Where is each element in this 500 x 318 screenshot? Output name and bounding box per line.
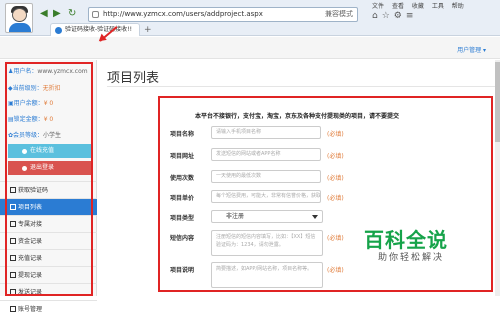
project-url-label: 项目网址 xyxy=(170,153,195,160)
watermark-main: 百科全说 xyxy=(364,228,448,252)
compat-mode[interactable]: 兼容模式 xyxy=(325,8,353,21)
page-title: 项目列表 xyxy=(107,71,160,86)
site-header: 用户管理 ▾ xyxy=(0,37,500,59)
new-tab-button[interactable]: + xyxy=(144,25,152,35)
required-mark: (必填) xyxy=(327,235,344,242)
row-project-url: 项目网址 发送短信的网站或者APP名称 (必填) xyxy=(170,148,490,162)
address-url: http://www.yzmcx.com/users/addproject.as… xyxy=(103,10,263,18)
required-mark: (必填) xyxy=(327,175,344,182)
row-project-type: 项目类型 非注册 xyxy=(170,210,490,224)
tab-favicon xyxy=(55,27,62,34)
project-price-input[interactable]: 每个短信费用，可能大，非常有信誉价格，获取 xyxy=(211,190,321,203)
notice-text: 本平台不接银行，支付宝，淘宝，京东及各种支付提现类的项目，请不要提交 xyxy=(195,113,400,120)
chevron-down-icon xyxy=(312,215,318,219)
sms-content-textarea[interactable]: 注册短信的短信内容填写，比如：【XX】短信验证码为：1234，请勿泄露。 xyxy=(211,230,323,256)
avatar-head xyxy=(12,8,27,22)
watermark: 百科全说 助你轻松解决 xyxy=(360,224,490,274)
required-mark: (必填) xyxy=(327,131,344,138)
project-url-input[interactable]: 发送短信的网站或者APP名称 xyxy=(211,148,321,161)
project-price-label: 项目单价 xyxy=(170,195,195,202)
avatar-body xyxy=(9,23,31,32)
project-desc-textarea[interactable]: 简要描述，如APP/网站名称，项目名称等。 xyxy=(211,262,323,288)
title-divider xyxy=(107,86,500,87)
sms-content-label: 短信内容 xyxy=(170,235,195,242)
usage-count-input[interactable]: 一天使用的最低次数 xyxy=(211,170,321,183)
menu-tools[interactable]: 工具 xyxy=(432,3,444,10)
scrollbar-thumb[interactable] xyxy=(495,62,500,142)
row-usage-count: 使用次数 一天使用的最低次数 (必填) xyxy=(170,170,490,184)
back-icon[interactable]: ◀ xyxy=(40,8,48,20)
user-icon xyxy=(10,306,16,312)
usage-count-label: 使用次数 xyxy=(170,175,195,182)
gear-icon[interactable]: ⚙ xyxy=(394,11,406,21)
menu-icon[interactable]: ≡ xyxy=(406,11,418,21)
address-bar[interactable]: http://www.yzmcx.com/users/addproject.as… xyxy=(88,7,358,22)
user-menu[interactable]: 用户管理 ▾ xyxy=(457,45,486,54)
row-project-name: 项目名称 请输入手机项目名称 (必填) xyxy=(170,126,490,140)
highlight-sidebar xyxy=(5,62,93,296)
project-type-value: 非注册 xyxy=(226,213,245,220)
menu-favorites[interactable]: 收藏 xyxy=(412,3,424,10)
browser-tab[interactable]: 验证码接收-验证码接收!! xyxy=(50,23,140,36)
toolbar-icons: ⌂☆⚙≡ xyxy=(372,11,417,21)
project-name-input[interactable]: 请输入手机项目名称 xyxy=(211,126,321,139)
project-type-label: 项目类型 xyxy=(170,215,195,222)
project-type-select[interactable]: 非注册 xyxy=(211,210,323,223)
project-name-label: 项目名称 xyxy=(170,131,195,138)
required-mark: (必填) xyxy=(327,267,344,274)
forward-icon[interactable]: ▶ xyxy=(53,8,61,20)
home-icon[interactable]: ⌂ xyxy=(372,11,382,21)
required-mark: (必填) xyxy=(327,195,344,202)
sidebar-item-label: 账号管理 xyxy=(18,306,43,313)
tab-title: 验证码接收-验证码接收!! xyxy=(65,26,132,33)
required-mark: (必填) xyxy=(327,153,344,160)
star-icon[interactable]: ☆ xyxy=(382,11,394,21)
row-project-price: 项目单价 每个短信费用，可能大，非常有信誉价格，获取 (必填) xyxy=(170,190,490,204)
menu-view[interactable]: 查看 xyxy=(392,3,404,10)
project-desc-label: 项目说明 xyxy=(170,267,195,274)
top-menu: 文件 查看 收藏 工具 帮助 xyxy=(372,1,470,10)
sidebar-item-account[interactable]: 账号管理 xyxy=(0,300,97,317)
refresh-icon[interactable]: ↻ xyxy=(68,8,76,20)
avatar xyxy=(5,3,33,33)
menu-file[interactable]: 文件 xyxy=(372,3,384,10)
watermark-sub: 助你轻松解决 xyxy=(378,253,445,263)
page-icon xyxy=(92,11,99,18)
menu-help[interactable]: 帮助 xyxy=(452,3,464,10)
browser-toolbar: ◀ ▶ ↻ http://www.yzmcx.com/users/addproj… xyxy=(0,0,500,36)
